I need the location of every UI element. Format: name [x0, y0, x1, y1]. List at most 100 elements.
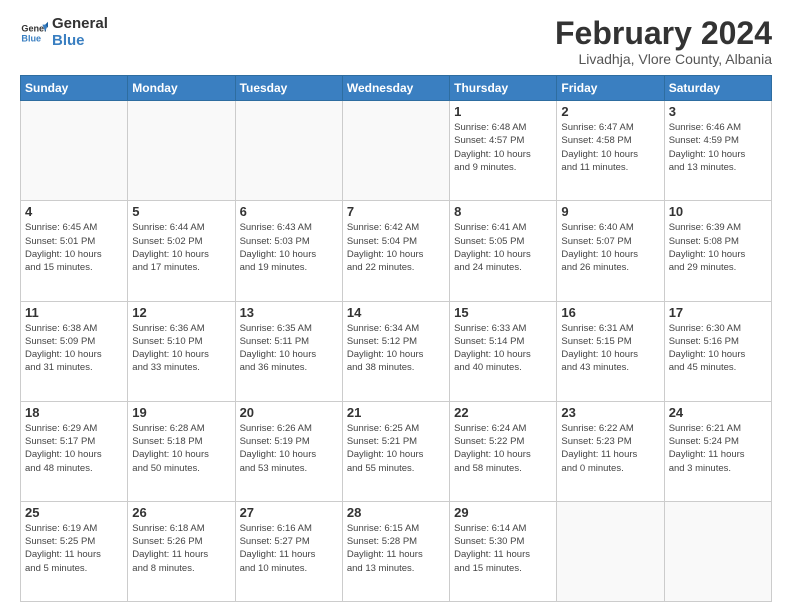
day-number: 27	[240, 505, 338, 520]
weekday-header-monday: Monday	[128, 76, 235, 101]
svg-text:Blue: Blue	[21, 33, 41, 43]
day-info: Sunrise: 6:24 AM Sunset: 5:22 PM Dayligh…	[454, 422, 552, 475]
day-info: Sunrise: 6:43 AM Sunset: 5:03 PM Dayligh…	[240, 221, 338, 274]
weekday-header-saturday: Saturday	[664, 76, 771, 101]
calendar-header-row: SundayMondayTuesdayWednesdayThursdayFrid…	[21, 76, 772, 101]
calendar-cell	[128, 101, 235, 201]
calendar-cell: 19 Sunrise: 6:28 AM Sunset: 5:18 PM Dayli…	[128, 401, 235, 501]
day-number: 20	[240, 405, 338, 420]
day-info: Sunrise: 6:28 AM Sunset: 5:18 PM Dayligh…	[132, 422, 230, 475]
day-info: Sunrise: 6:31 AM Sunset: 5:15 PM Dayligh…	[561, 322, 659, 375]
day-number: 4	[25, 204, 123, 219]
weekday-header-wednesday: Wednesday	[342, 76, 449, 101]
day-number: 23	[561, 405, 659, 420]
calendar-cell: 14 Sunrise: 6:34 AM Sunset: 5:12 PM Dayli…	[342, 301, 449, 401]
day-number: 8	[454, 204, 552, 219]
calendar-cell: 23 Sunrise: 6:22 AM Sunset: 5:23 PM Dayli…	[557, 401, 664, 501]
day-info: Sunrise: 6:25 AM Sunset: 5:21 PM Dayligh…	[347, 422, 445, 475]
title-block: February 2024 Livadhja, Vlore County, Al…	[555, 16, 772, 67]
calendar-cell: 21 Sunrise: 6:25 AM Sunset: 5:21 PM Dayli…	[342, 401, 449, 501]
day-info: Sunrise: 6:15 AM Sunset: 5:28 PM Dayligh…	[347, 522, 445, 575]
day-number: 26	[132, 505, 230, 520]
calendar-cell: 12 Sunrise: 6:36 AM Sunset: 5:10 PM Dayli…	[128, 301, 235, 401]
calendar-cell	[21, 101, 128, 201]
calendar-cell: 9 Sunrise: 6:40 AM Sunset: 5:07 PM Daylig…	[557, 201, 664, 301]
calendar-cell: 24 Sunrise: 6:21 AM Sunset: 5:24 PM Dayli…	[664, 401, 771, 501]
day-number: 2	[561, 104, 659, 119]
calendar-cell: 5Sunrise: 6:44 AM Sunset: 5:02 PM Daylig…	[128, 201, 235, 301]
day-number: 12	[132, 305, 230, 320]
calendar-week-row: 1Sunrise: 6:48 AM Sunset: 4:57 PM Daylig…	[21, 101, 772, 201]
day-number: 14	[347, 305, 445, 320]
day-number: 28	[347, 505, 445, 520]
weekday-header-sunday: Sunday	[21, 76, 128, 101]
calendar-cell: 22 Sunrise: 6:24 AM Sunset: 5:22 PM Dayli…	[450, 401, 557, 501]
calendar-cell: 2 Sunrise: 6:47 AM Sunset: 4:58 PM Daylig…	[557, 101, 664, 201]
day-number: 7	[347, 204, 445, 219]
logo: General Blue General Blue	[20, 16, 108, 49]
day-number: 3	[669, 104, 767, 119]
calendar-cell: 6 Sunrise: 6:43 AM Sunset: 5:03 PM Daylig…	[235, 201, 342, 301]
day-number: 1	[454, 104, 552, 119]
calendar-cell: 17 Sunrise: 6:30 AM Sunset: 5:16 PM Dayli…	[664, 301, 771, 401]
day-number: 22	[454, 405, 552, 420]
calendar-cell	[557, 501, 664, 601]
calendar-cell: 15Sunrise: 6:33 AM Sunset: 5:14 PM Dayli…	[450, 301, 557, 401]
calendar-cell: 7Sunrise: 6:42 AM Sunset: 5:04 PM Daylig…	[342, 201, 449, 301]
day-info: Sunrise: 6:46 AM Sunset: 4:59 PM Dayligh…	[669, 121, 767, 174]
day-info: Sunrise: 6:22 AM Sunset: 5:23 PM Dayligh…	[561, 422, 659, 475]
day-number: 17	[669, 305, 767, 320]
calendar-cell: 13Sunrise: 6:35 AM Sunset: 5:11 PM Dayli…	[235, 301, 342, 401]
calendar-cell	[342, 101, 449, 201]
calendar-week-row: 11 Sunrise: 6:38 AM Sunset: 5:09 PM Dayli…	[21, 301, 772, 401]
day-info: Sunrise: 6:38 AM Sunset: 5:09 PM Dayligh…	[25, 322, 123, 375]
day-number: 24	[669, 405, 767, 420]
day-info: Sunrise: 6:36 AM Sunset: 5:10 PM Dayligh…	[132, 322, 230, 375]
main-title: February 2024	[555, 16, 772, 51]
day-number: 11	[25, 305, 123, 320]
day-number: 9	[561, 204, 659, 219]
day-info: Sunrise: 6:45 AM Sunset: 5:01 PM Dayligh…	[25, 221, 123, 274]
calendar-table: SundayMondayTuesdayWednesdayThursdayFrid…	[20, 75, 772, 602]
calendar-cell: 16 Sunrise: 6:31 AM Sunset: 5:15 PM Dayli…	[557, 301, 664, 401]
calendar-cell: 18Sunrise: 6:29 AM Sunset: 5:17 PM Dayli…	[21, 401, 128, 501]
day-info: Sunrise: 6:30 AM Sunset: 5:16 PM Dayligh…	[669, 322, 767, 375]
day-info: Sunrise: 6:34 AM Sunset: 5:12 PM Dayligh…	[347, 322, 445, 375]
day-number: 10	[669, 204, 767, 219]
day-info: Sunrise: 6:47 AM Sunset: 4:58 PM Dayligh…	[561, 121, 659, 174]
day-info: Sunrise: 6:16 AM Sunset: 5:27 PM Dayligh…	[240, 522, 338, 575]
subtitle: Livadhja, Vlore County, Albania	[555, 51, 772, 67]
logo-line2: Blue	[52, 33, 108, 50]
calendar-cell: 3 Sunrise: 6:46 AM Sunset: 4:59 PM Daylig…	[664, 101, 771, 201]
day-number: 13	[240, 305, 338, 320]
calendar-week-row: 18Sunrise: 6:29 AM Sunset: 5:17 PM Dayli…	[21, 401, 772, 501]
day-number: 29	[454, 505, 552, 520]
calendar-week-row: 25 Sunrise: 6:19 AM Sunset: 5:25 PM Dayli…	[21, 501, 772, 601]
page: General Blue General Blue February 2024 …	[0, 0, 792, 612]
calendar-cell: 4 Sunrise: 6:45 AM Sunset: 5:01 PM Daylig…	[21, 201, 128, 301]
day-number: 16	[561, 305, 659, 320]
calendar-cell: 28 Sunrise: 6:15 AM Sunset: 5:28 PM Dayli…	[342, 501, 449, 601]
calendar-cell: 11 Sunrise: 6:38 AM Sunset: 5:09 PM Dayli…	[21, 301, 128, 401]
day-info: Sunrise: 6:39 AM Sunset: 5:08 PM Dayligh…	[669, 221, 767, 274]
day-number: 25	[25, 505, 123, 520]
header: General Blue General Blue February 2024 …	[20, 16, 772, 67]
day-number: 15	[454, 305, 552, 320]
calendar-cell: 25 Sunrise: 6:19 AM Sunset: 5:25 PM Dayli…	[21, 501, 128, 601]
day-info: Sunrise: 6:18 AM Sunset: 5:26 PM Dayligh…	[132, 522, 230, 575]
calendar-cell	[235, 101, 342, 201]
day-number: 19	[132, 405, 230, 420]
calendar-cell: 26 Sunrise: 6:18 AM Sunset: 5:26 PM Dayli…	[128, 501, 235, 601]
day-number: 6	[240, 204, 338, 219]
calendar-cell: 29 Sunrise: 6:14 AM Sunset: 5:30 PM Dayli…	[450, 501, 557, 601]
day-info: Sunrise: 6:40 AM Sunset: 5:07 PM Dayligh…	[561, 221, 659, 274]
calendar-cell	[664, 501, 771, 601]
day-info: Sunrise: 6:21 AM Sunset: 5:24 PM Dayligh…	[669, 422, 767, 475]
day-number: 5	[132, 204, 230, 219]
day-info: Sunrise: 6:19 AM Sunset: 5:25 PM Dayligh…	[25, 522, 123, 575]
day-number: 21	[347, 405, 445, 420]
day-info: Sunrise: 6:14 AM Sunset: 5:30 PM Dayligh…	[454, 522, 552, 575]
calendar-cell: 27 Sunrise: 6:16 AM Sunset: 5:27 PM Dayli…	[235, 501, 342, 601]
logo-line1: General	[52, 16, 108, 33]
calendar-cell: 1Sunrise: 6:48 AM Sunset: 4:57 PM Daylig…	[450, 101, 557, 201]
